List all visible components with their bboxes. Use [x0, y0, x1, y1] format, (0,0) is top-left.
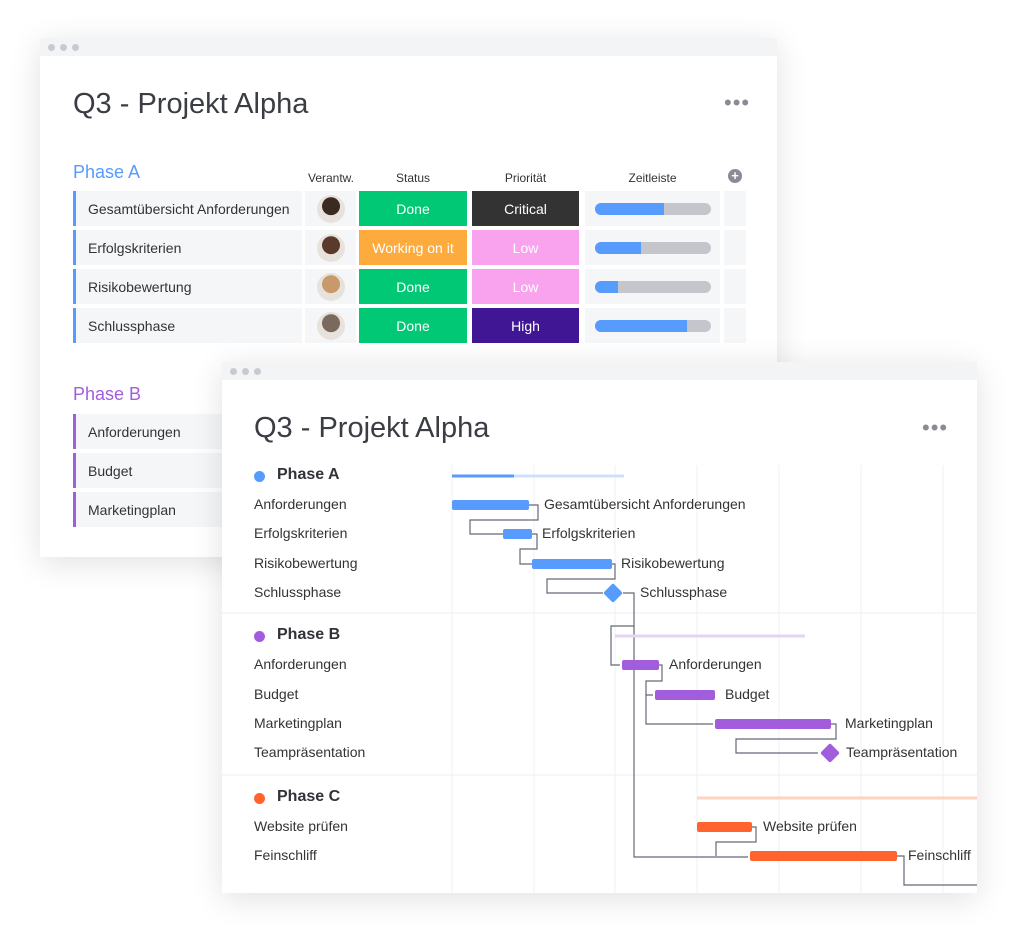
item-name-cell[interactable]: Schlussphase — [73, 308, 302, 343]
priority-cell[interactable]: Critical — [472, 191, 579, 226]
gantt-bar-label: Erfolgskriterien — [542, 525, 636, 541]
empty-cell — [724, 191, 746, 226]
gantt-bar-label: Feinschliff — [908, 847, 971, 863]
gantt-bar-label: Risikobewertung — [621, 555, 725, 571]
gantt-phase-title[interactable]: Phase A — [277, 466, 340, 484]
gantt-bar — [655, 690, 715, 700]
gantt-bar-label: Website prüfen — [763, 818, 857, 834]
gantt-bar — [715, 719, 831, 729]
column-priority[interactable]: Priorität — [472, 171, 579, 185]
gantt-bar — [697, 822, 752, 832]
gantt-task-name[interactable]: Marketingplan — [254, 715, 342, 731]
gantt-window: Q3 - Projekt Alpha ••• Phase A Anforderun… — [222, 362, 977, 893]
timeline-cell[interactable] — [585, 308, 720, 343]
item-name: Gesamtübersicht Anforderungen — [88, 200, 290, 217]
gantt-task-name[interactable]: Website prüfen — [254, 818, 348, 834]
gantt-task-name[interactable]: Feinschliff — [254, 847, 317, 863]
owner-cell[interactable] — [305, 308, 356, 343]
item-name: Schlussphase — [88, 317, 176, 334]
item-name: Risikobewertung — [88, 278, 192, 295]
item-name: Budget — [88, 462, 133, 479]
column-timeline[interactable]: Zeitleiste — [585, 171, 720, 185]
group-title-phase-a[interactable]: Phase A — [73, 162, 140, 183]
window-titlebar — [40, 38, 777, 56]
priority-cell[interactable]: Low — [472, 230, 579, 265]
status-cell[interactable]: Done — [359, 191, 467, 226]
plus-circle-icon[interactable]: + — [728, 169, 742, 183]
gantt-phase-title[interactable]: Phase C — [277, 788, 340, 806]
item-name-cell[interactable]: Risikobewertung — [73, 269, 302, 304]
gantt-bar-label: Marketingplan — [845, 715, 933, 731]
gantt-task-name[interactable]: Erfolgskriterien — [254, 525, 347, 541]
gantt-task-name[interactable]: Anforderungen — [254, 496, 347, 512]
group-title-phase-b[interactable]: Phase B — [73, 384, 141, 405]
gantt-task-name[interactable]: Teampräsentation — [254, 744, 365, 760]
gantt-bar — [622, 660, 659, 670]
phase-color-dot — [254, 793, 265, 804]
owner-cell[interactable] — [305, 269, 356, 304]
gantt-bar — [532, 559, 612, 569]
gantt-bar-label: Teampräsentation — [846, 744, 958, 760]
priority-label: Low — [512, 278, 539, 295]
gantt-bar — [503, 529, 532, 539]
empty-cell — [724, 308, 746, 343]
timeline-cell[interactable] — [585, 191, 720, 226]
empty-cell — [724, 269, 746, 304]
column-owner[interactable]: Verantw. — [305, 171, 357, 185]
item-name: Erfolgskriterien — [88, 239, 182, 256]
timeline-bar — [594, 241, 711, 254]
gantt-task-name[interactable]: Budget — [254, 686, 298, 702]
priority-label: High — [511, 317, 540, 334]
status-label: Done — [396, 200, 430, 217]
phase-color-dot — [254, 471, 265, 482]
owner-cell[interactable] — [305, 230, 356, 265]
item-name-cell[interactable]: Gesamtübersicht Anforderungen — [73, 191, 302, 226]
priority-label: Low — [512, 239, 539, 256]
board-title: Q3 - Projekt Alpha — [73, 88, 309, 120]
gantt-bar — [452, 500, 529, 510]
avatar — [316, 194, 345, 223]
empty-cell — [724, 230, 746, 265]
status-label: Done — [396, 317, 430, 334]
gantt-task-name[interactable]: Anforderungen — [254, 656, 347, 672]
timeline-cell[interactable] — [585, 230, 720, 265]
timeline-cell[interactable] — [585, 269, 720, 304]
gantt-phase-title[interactable]: Phase B — [277, 626, 340, 644]
phase-color-dot — [254, 631, 265, 642]
gantt-task-name[interactable]: Schlussphase — [254, 584, 341, 600]
gantt-task-name[interactable]: Risikobewertung — [254, 555, 358, 571]
status-cell[interactable]: Done — [359, 269, 467, 304]
milestone-diamond — [820, 743, 840, 763]
gantt-bar-label: Anforderungen — [669, 656, 762, 672]
timeline-bar — [594, 202, 711, 215]
milestone-diamond — [603, 583, 623, 603]
item-name-cell[interactable]: Erfolgskriterien — [73, 230, 302, 265]
status-label: Working on it — [372, 239, 454, 256]
dependency-connector — [610, 625, 634, 666]
status-cell[interactable]: Done — [359, 308, 467, 343]
item-name: Anforderungen — [88, 423, 181, 440]
status-cell[interactable]: Working on it — [359, 230, 467, 265]
owner-cell[interactable] — [305, 191, 356, 226]
column-status[interactable]: Status — [359, 171, 467, 185]
gantt-bar-label: Gesamtübersicht Anforderungen — [544, 496, 746, 512]
ellipsis-icon[interactable]: ••• — [724, 92, 750, 114]
gantt-bar — [750, 851, 897, 861]
status-label: Done — [396, 278, 430, 295]
priority-cell[interactable]: Low — [472, 269, 579, 304]
priority-label: Critical — [504, 200, 547, 217]
timeline-bar — [594, 280, 711, 293]
avatar — [316, 311, 345, 340]
priority-cell[interactable]: High — [472, 308, 579, 343]
avatar — [316, 233, 345, 262]
avatar — [316, 272, 345, 301]
gantt-bar-label: Schlussphase — [640, 584, 728, 600]
item-name: Marketingplan — [88, 501, 176, 518]
gantt-bar-label: Budget — [725, 686, 770, 702]
timeline-bar — [594, 319, 711, 332]
